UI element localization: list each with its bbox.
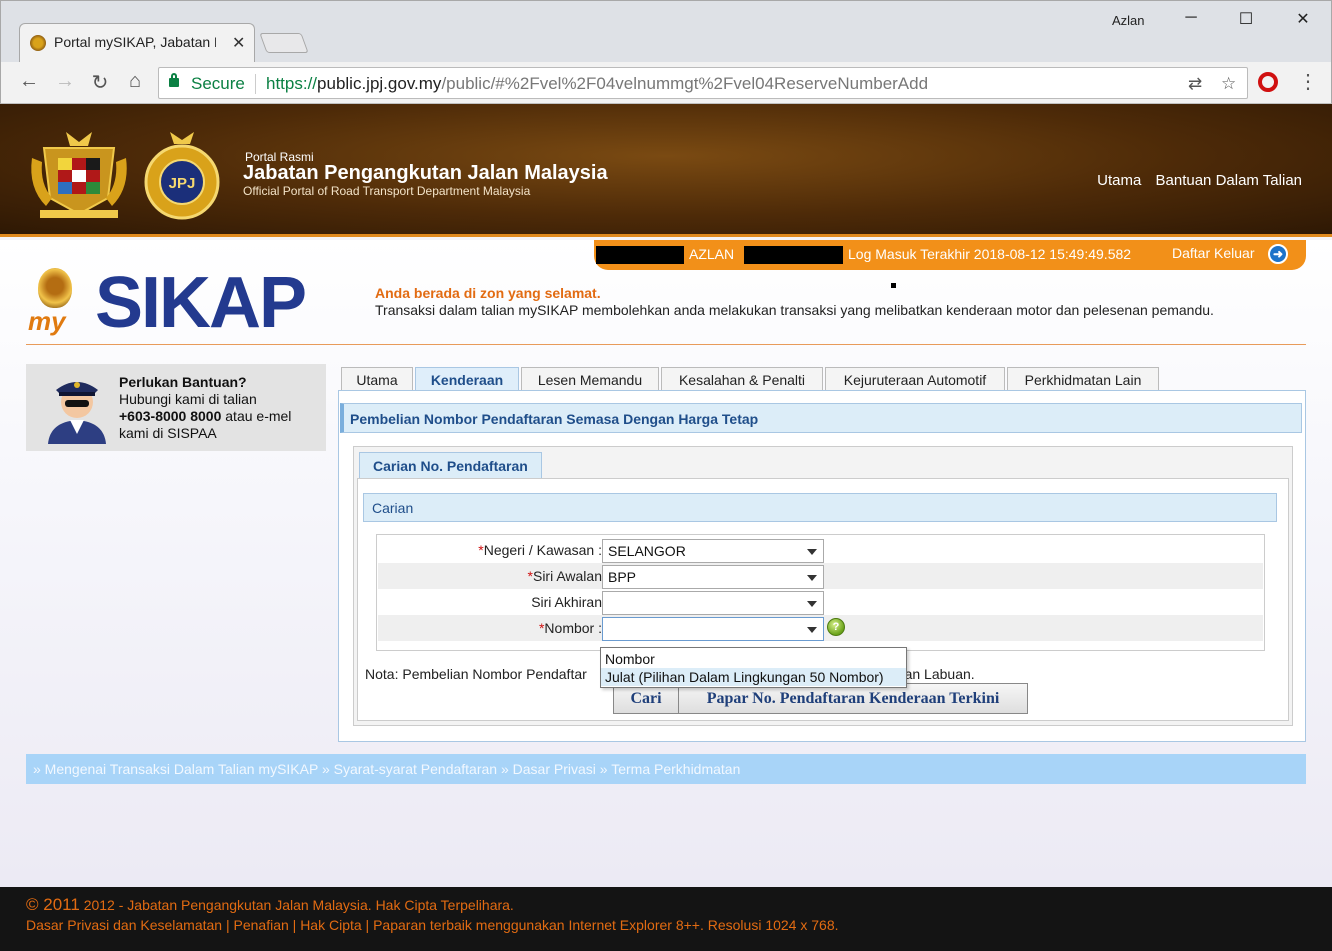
search-form: *Negeri / Kawasan : SELANGOR *Siri Awala… <box>376 534 1265 651</box>
url-scheme: https:// <box>266 74 318 93</box>
jpj-favicon-icon <box>30 35 46 51</box>
nombor-dropdown-list: Nombor Julat (Pilihan Dalam Lingkungan 5… <box>600 647 907 688</box>
content-panel: Pembelian Nombor Pendaftaran Semasa Deng… <box>338 390 1306 742</box>
site-footer: © 2011 2012 - Jabatan Pengangkutan Jalan… <box>0 887 1332 951</box>
forward-icon[interactable]: → <box>53 70 77 93</box>
portal-title: Jabatan Pengangkutan Jalan Malaysia <box>243 162 608 184</box>
menu-icon[interactable]: ⋮ <box>1298 69 1318 94</box>
tab-kesalahan-penalti[interactable]: Kesalahan & Penalti <box>661 367 823 391</box>
browser-titlebar: Portal mySIKAP, Jabatan P ✕ Azlan ─ ☐ ✕ <box>0 0 1332 63</box>
new-tab-button[interactable] <box>259 33 309 53</box>
back-icon[interactable]: ← <box>17 70 41 93</box>
secure-label: Secure <box>191 74 245 93</box>
header-nav: Utama Bantuan Dalam Talian <box>1087 172 1302 189</box>
site-header: JPJ Portal Rasmi Jabatan Pengangkutan Ja… <box>0 104 1332 237</box>
section-carian: Carian <box>363 493 1277 522</box>
chevron-down-icon <box>807 627 817 633</box>
chevron-down-icon <box>807 601 817 607</box>
footer-link-privasi[interactable]: » Dasar Privasi <box>501 761 596 777</box>
user-session-bar: AZLAN Log Masuk Terakhir 2018-08-12 15:4… <box>594 240 1306 270</box>
tab-kenderaan[interactable]: Kenderaan <box>415 367 519 391</box>
close-window-icon[interactable]: ✕ <box>1291 9 1315 29</box>
negeri-select[interactable]: SELANGOR <box>602 539 824 563</box>
mysikap-emblem-icon <box>38 268 72 308</box>
field-label: Siri Akhiran <box>531 594 602 610</box>
form-row-negeri: *Negeri / Kawasan : SELANGOR <box>378 537 1263 563</box>
help-title: Perlukan Bantuan? <box>119 374 247 390</box>
help-line-2-rest: atau e-mel <box>221 408 292 424</box>
reload-icon[interactable]: ↻ <box>88 70 112 95</box>
footer-link-syarat[interactable]: » Syarat-syarat Pendaftaran <box>322 761 497 777</box>
copyright: © 2011 2012 - Jabatan Pengangkutan Jalan… <box>26 895 514 914</box>
footer-link-terma[interactable]: » Terma Perkhidmatan <box>600 761 741 777</box>
stray-dot <box>891 283 896 288</box>
nombor-select[interactable] <box>602 617 824 641</box>
tab-lesen-memandu[interactable]: Lesen Memandu <box>521 367 659 391</box>
lock-icon <box>169 73 179 87</box>
field-label: *Siri Awalan <box>527 568 602 584</box>
help-line-2: +603-8000 8000 atau e-mel <box>119 408 291 424</box>
help-question-icon[interactable]: ? <box>827 618 845 636</box>
header-link-bantuan[interactable]: Bantuan Dalam Talian <box>1156 172 1302 189</box>
minimize-icon[interactable]: ─ <box>1179 9 1203 27</box>
mysikap-logo-text: SIKAP <box>95 263 307 343</box>
url-text[interactable]: https://public.jpj.gov.my/public/#%2Fvel… <box>266 74 928 94</box>
officer-avatar-icon <box>48 382 106 444</box>
intro-text: Transaksi dalam talian mySIKAP membolehk… <box>375 302 1214 318</box>
jpj-mark: JPJ <box>169 175 196 192</box>
divider <box>26 344 1306 345</box>
help-line-1: Hubungi kami di talian <box>119 391 257 407</box>
last-login: Log Masuk Terakhir 2018-08-12 15:49:49.5… <box>848 246 1132 262</box>
content-title: Pembelian Nombor Pendaftaran Semasa Deng… <box>340 403 1302 433</box>
url-path: /public/#%2Fvel%2F04velnummgt%2Fvel04Res… <box>441 74 929 93</box>
chevron-down-icon <box>807 575 817 581</box>
jpj-logo-icon: JPJ <box>144 132 220 220</box>
footer-legal[interactable]: Dasar Privasi dan Keselamatan | Penafian… <box>26 917 839 933</box>
field-label: *Negeri / Kawasan : <box>478 542 602 558</box>
opera-extension-icon[interactable] <box>1258 72 1278 92</box>
portal-subtitle: Official Portal of Road Transport Depart… <box>243 184 531 198</box>
mysikap-logo-my: my <box>28 306 66 336</box>
footer-link-mengenai[interactable]: » Mengenai Transaksi Dalam Talian mySIKA… <box>33 761 318 777</box>
help-panel: Perlukan Bantuan? Hubungi kami di talian… <box>26 364 326 451</box>
tab-kejuruteraan-automotif[interactable]: Kejuruteraan Automotif <box>825 367 1005 391</box>
chevron-down-icon <box>807 549 817 555</box>
browser-tab[interactable]: Portal mySIKAP, Jabatan P ✕ <box>19 23 255 63</box>
form-row-siri-akhiran: Siri Akhiran <box>378 589 1263 615</box>
address-bar[interactable]: Secure https://public.jpj.gov.my/public/… <box>158 67 1248 99</box>
tab-title: Portal mySIKAP, Jabatan P <box>54 34 216 50</box>
siri-awalan-select[interactable]: BPP <box>602 565 824 589</box>
field-label: *Nombor : <box>538 620 602 636</box>
tab-utama[interactable]: Utama <box>341 367 413 391</box>
redacted-block <box>596 246 684 264</box>
dropdown-option-nombor[interactable]: Nombor <box>601 650 906 668</box>
profile-name[interactable]: Azlan <box>1112 13 1145 28</box>
safe-zone-notice: Anda berada di zon yang selamat. <box>375 285 601 301</box>
help-line-3: kami di SISPAA <box>119 425 217 441</box>
dropdown-option-julat[interactable]: Julat (Pilihan Dalam Lingkungan 50 Nombo… <box>601 668 906 686</box>
malaysia-coat-of-arms-icon <box>31 132 127 218</box>
footer-links-bar: » Mengenai Transaksi Dalam Talian mySIKA… <box>26 754 1306 784</box>
translate-icon[interactable]: ⇄ <box>1188 74 1202 94</box>
logout-arrow-icon[interactable]: ➜ <box>1268 244 1288 264</box>
help-phone: +603-8000 8000 <box>119 408 222 424</box>
username: AZLAN <box>689 246 735 262</box>
header-link-utama[interactable]: Utama <box>1097 172 1141 189</box>
url-divider <box>255 74 256 94</box>
home-icon[interactable]: ⌂ <box>123 70 147 93</box>
maximize-icon[interactable]: ☐ <box>1234 9 1258 29</box>
siri-akhiran-select[interactable] <box>602 591 824 615</box>
bookmark-star-icon[interactable]: ☆ <box>1221 74 1236 94</box>
form-row-siri-awalan: *Siri Awalan BPP <box>378 563 1263 589</box>
url-domain: public.jpj.gov.my <box>317 74 442 93</box>
redacted-block <box>744 246 843 264</box>
browser-toolbar: ← → ↻ ⌂ Secure https://public.jpj.gov.my… <box>0 62 1332 104</box>
form-row-nombor: *Nombor : ? <box>378 615 1263 641</box>
logout-link[interactable]: Daftar Keluar <box>1172 245 1254 261</box>
tab-perkhidmatan-lain[interactable]: Perkhidmatan Lain <box>1007 367 1159 391</box>
subtab-carian-no-pendaftaran[interactable]: Carian No. Pendaftaran <box>359 452 542 478</box>
tab-close-icon[interactable]: ✕ <box>232 33 245 53</box>
